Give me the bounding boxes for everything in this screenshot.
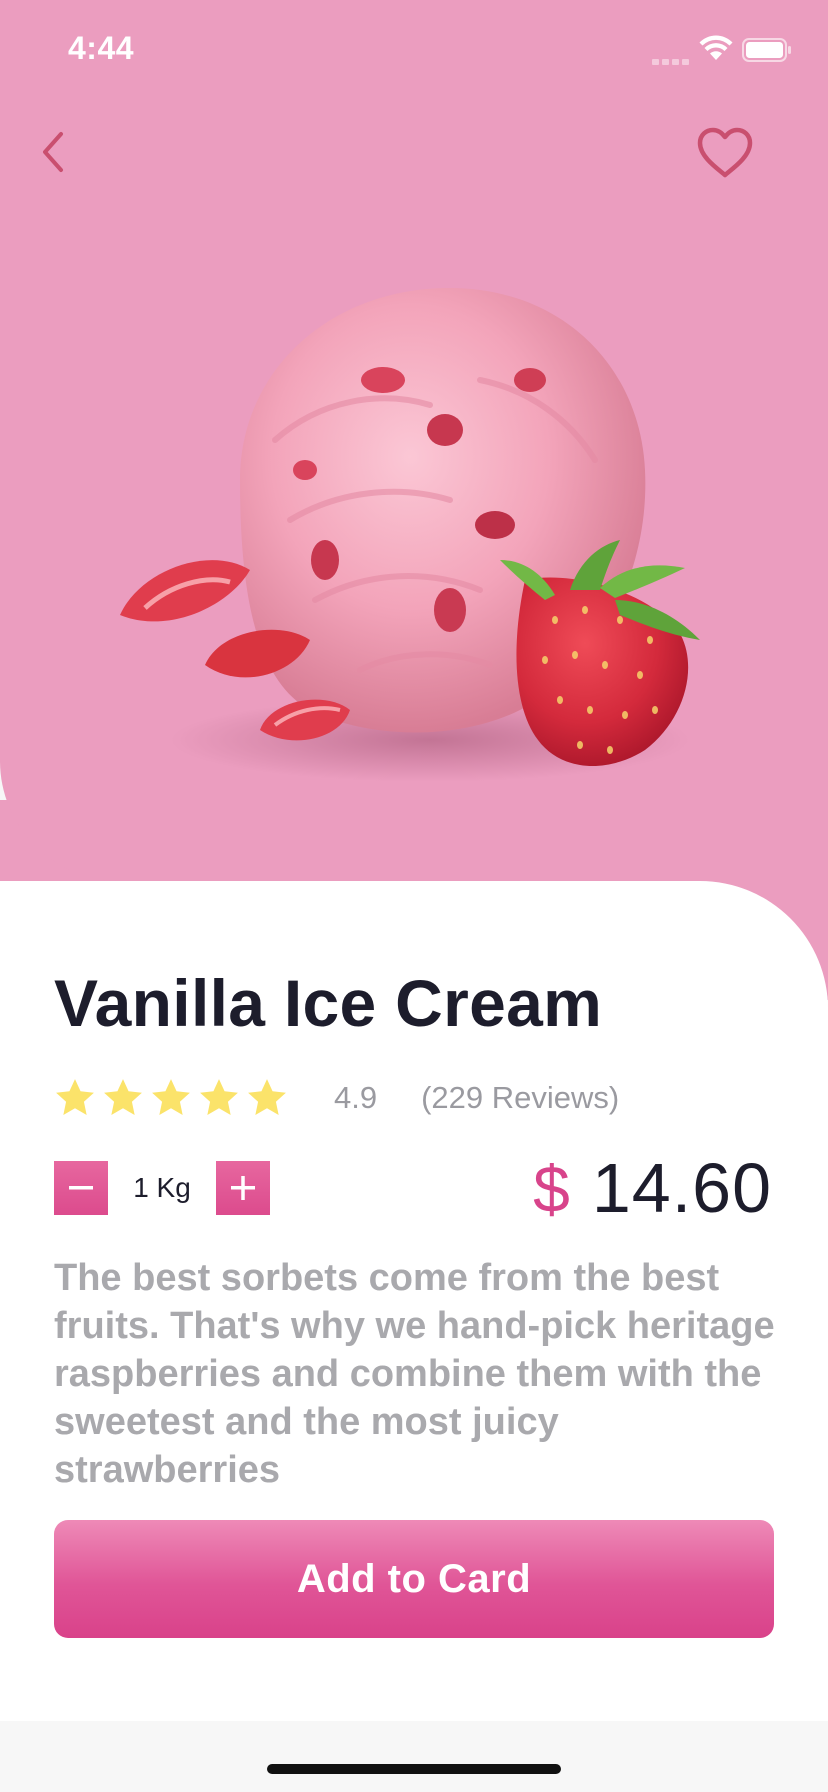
rating-value: 4.9 bbox=[334, 1080, 378, 1115]
rating-row: 4.9 (229 Reviews) bbox=[54, 1072, 619, 1124]
back-button[interactable] bbox=[22, 122, 82, 182]
star-icon bbox=[152, 1079, 190, 1116]
star-icon bbox=[104, 1079, 142, 1116]
favorite-button[interactable] bbox=[690, 118, 760, 188]
price-currency: $ bbox=[533, 1152, 570, 1226]
plus-icon bbox=[231, 1176, 255, 1200]
star-icon bbox=[56, 1079, 94, 1116]
status-time: 4:44 bbox=[68, 30, 135, 66]
star-icon bbox=[248, 1079, 286, 1116]
bottom-safe-area bbox=[0, 1721, 828, 1792]
product-hero: 4:44 bbox=[0, 0, 828, 881]
price-amount: 14.60 bbox=[591, 1149, 772, 1227]
star-rating bbox=[54, 1077, 294, 1119]
review-count[interactable]: (229 Reviews) bbox=[421, 1080, 619, 1116]
wifi-icon bbox=[699, 35, 733, 60]
home-indicator[interactable] bbox=[267, 1764, 561, 1774]
add-to-cart-label: Add to Card bbox=[296, 1556, 532, 1601]
minus-icon bbox=[69, 1186, 93, 1190]
battery-icon bbox=[742, 38, 791, 62]
status-bar: 4:44 bbox=[0, 0, 828, 100]
quantity-value: 1 Kg bbox=[133, 1172, 191, 1203]
product-description: The best sorbets come from the best frui… bbox=[54, 1257, 775, 1491]
heart-outline-icon bbox=[697, 127, 753, 178]
increase-quantity-button[interactable] bbox=[216, 1161, 270, 1215]
ice-cream-image bbox=[120, 287, 700, 782]
decrease-quantity-button[interactable] bbox=[54, 1161, 108, 1215]
star-icon bbox=[200, 1079, 238, 1116]
quantity-stepper: 1 Kg bbox=[54, 1160, 270, 1216]
product-detail-screen: 4:44 Vanilla Ice Cream 4.9 (229 Reviews)… bbox=[0, 0, 828, 1792]
chevron-left-icon bbox=[43, 132, 63, 172]
cellular-signal-icon bbox=[652, 52, 694, 65]
add-to-cart-button[interactable]: Add to Card bbox=[54, 1520, 774, 1638]
product-title: Vanilla Ice Cream bbox=[54, 966, 603, 1040]
product-price: $ 14.60 bbox=[533, 1148, 772, 1228]
